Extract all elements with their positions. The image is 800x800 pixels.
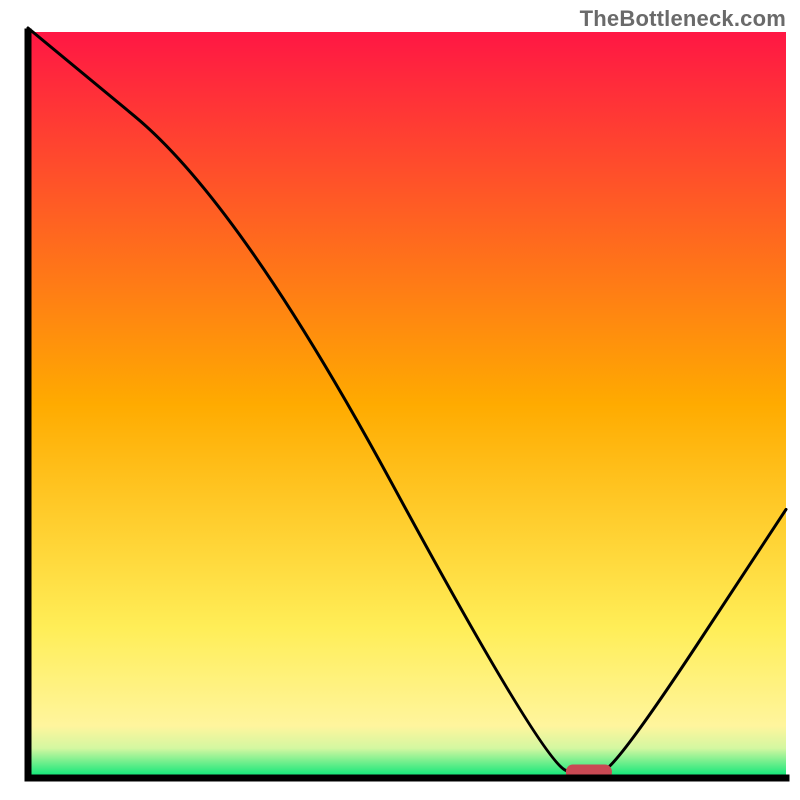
watermark-label: TheBottleneck.com <box>580 6 786 32</box>
chart-frame: TheBottleneck.com <box>0 0 800 800</box>
plot-background <box>28 32 786 778</box>
bottleneck-curve-chart <box>0 0 800 800</box>
